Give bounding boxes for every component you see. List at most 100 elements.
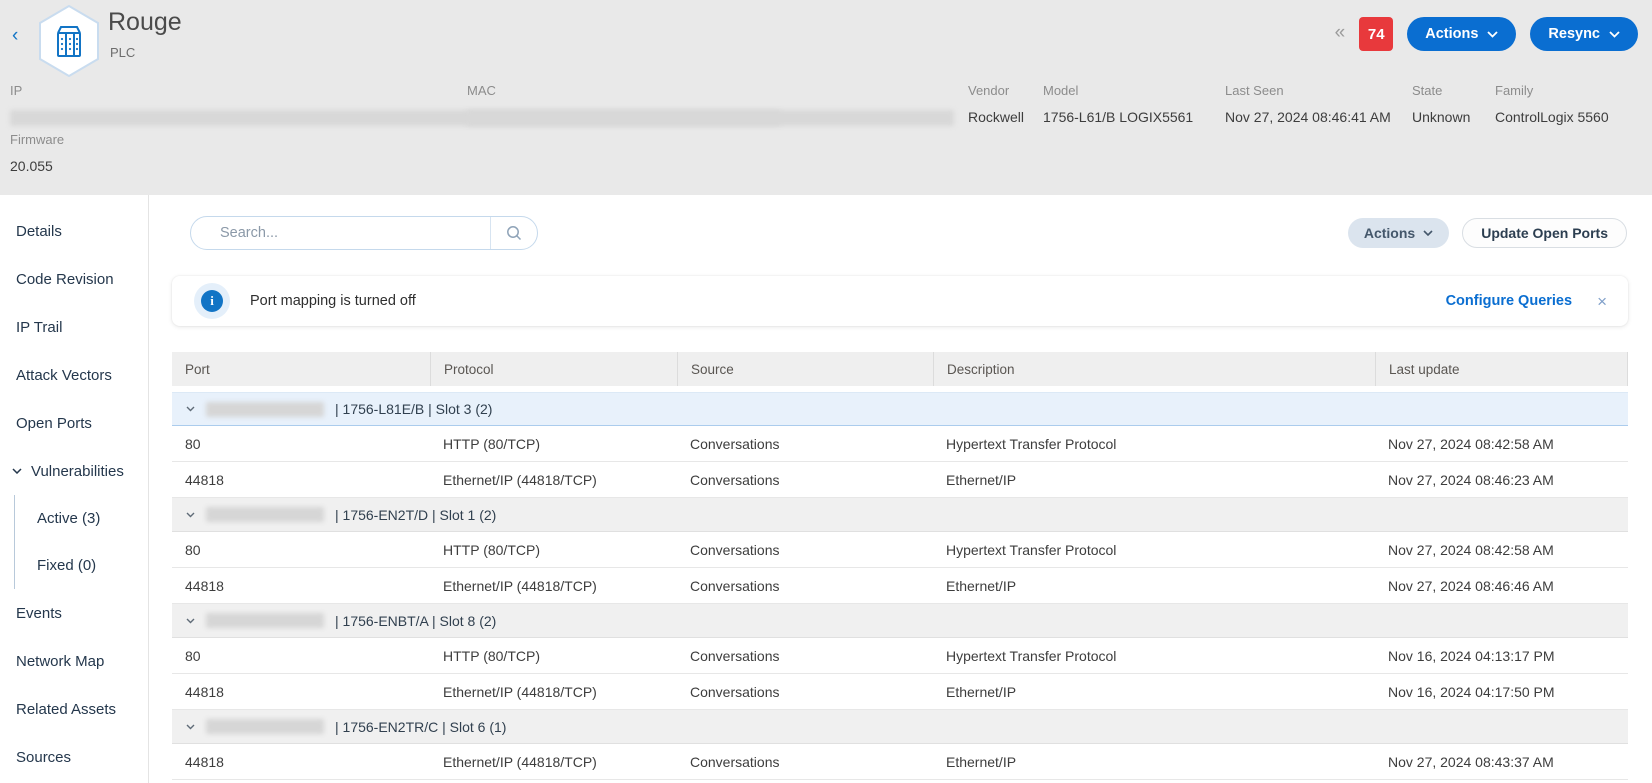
cell-description: Hypertext Transfer Protocol bbox=[933, 426, 1375, 461]
group-label: | 1756-ENBT/A | Slot 8 (2) bbox=[335, 613, 496, 629]
cell-source: Conversations bbox=[677, 568, 933, 603]
table-row[interactable]: 44818 Ethernet/IP (44818/TCP) Conversati… bbox=[172, 674, 1628, 710]
table-actions-label: Actions bbox=[1364, 225, 1415, 241]
state-label: State bbox=[1412, 83, 1442, 98]
cell-source: Conversations bbox=[677, 532, 933, 567]
plc-device-icon bbox=[36, 5, 102, 77]
vendor-label: Vendor bbox=[968, 83, 1009, 98]
sidebar-item-label: Network Map bbox=[16, 653, 104, 670]
ip-label: IP bbox=[10, 83, 22, 98]
sidebar-item-label: Open Ports bbox=[16, 415, 92, 432]
search-input[interactable] bbox=[191, 225, 490, 241]
group-name-redacted bbox=[206, 402, 324, 417]
search-icon bbox=[505, 224, 523, 242]
chevron-down-icon bbox=[12, 468, 22, 474]
table-row[interactable]: 80 HTTP (80/TCP) Conversations Hypertext… bbox=[172, 532, 1628, 568]
port-mapping-banner: i Port mapping is turned off Configure Q… bbox=[172, 276, 1628, 326]
cell-protocol: Ethernet/IP (44818/TCP) bbox=[430, 674, 677, 709]
update-open-ports-button[interactable]: Update Open Ports bbox=[1462, 218, 1627, 248]
chevron-down-icon[interactable] bbox=[186, 618, 195, 624]
chevron-down-icon[interactable] bbox=[186, 406, 195, 412]
risk-score-badge[interactable]: 74 bbox=[1359, 17, 1393, 51]
info-icon-halo: i bbox=[194, 283, 230, 319]
cell-protocol: Ethernet/IP (44818/TCP) bbox=[430, 462, 677, 497]
sidebar-item-details[interactable]: Details bbox=[0, 207, 148, 255]
chevron-down-icon[interactable] bbox=[186, 512, 195, 518]
cell-port: 80 bbox=[172, 532, 430, 567]
table-row[interactable]: 44818 Ethernet/IP (44818/TCP) Conversati… bbox=[172, 568, 1628, 604]
asset-hexagon-badge bbox=[36, 5, 102, 82]
cell-source: Conversations bbox=[677, 674, 933, 709]
table-toolbar: Actions Update Open Ports bbox=[1348, 218, 1627, 248]
cell-protocol: HTTP (80/TCP) bbox=[430, 532, 677, 567]
sidebar-item-fixed-vulnerabilities[interactable]: Fixed (0) bbox=[15, 542, 148, 589]
cell-description: Ethernet/IP bbox=[933, 568, 1375, 603]
search-submit[interactable] bbox=[491, 216, 537, 250]
model-label: Model bbox=[1043, 83, 1078, 98]
open-ports-table: Port Protocol Source Description Last up… bbox=[172, 352, 1628, 780]
family-value: ControlLogix 5560 bbox=[1495, 109, 1609, 125]
cell-last-update: Nov 27, 2024 08:42:58 AM bbox=[1375, 426, 1628, 461]
sidebar-subitem-label: Fixed (0) bbox=[37, 557, 96, 574]
cell-source: Conversations bbox=[677, 744, 933, 779]
port-group-header[interactable]: | 1756-EN2TR/C | Slot 6 (1) bbox=[172, 710, 1628, 744]
cell-last-update: Nov 27, 2024 08:42:58 AM bbox=[1375, 532, 1628, 567]
column-header-source[interactable]: Source bbox=[677, 352, 933, 386]
cell-last-update: Nov 27, 2024 08:43:37 AM bbox=[1375, 744, 1628, 779]
sidebar: Details Code Revision IP Trail Attack Ve… bbox=[0, 195, 149, 783]
chevron-down-icon bbox=[1609, 31, 1620, 38]
cell-port: 44818 bbox=[172, 568, 430, 603]
cell-description: Ethernet/IP bbox=[933, 462, 1375, 497]
cell-description: Hypertext Transfer Protocol bbox=[933, 638, 1375, 673]
cell-description: Hypertext Transfer Protocol bbox=[933, 532, 1375, 567]
cell-port: 80 bbox=[172, 426, 430, 461]
port-group-header[interactable]: | 1756-EN2T/D | Slot 1 (2) bbox=[172, 498, 1628, 532]
info-icon: i bbox=[201, 290, 223, 312]
sidebar-item-code-revision[interactable]: Code Revision bbox=[0, 255, 148, 303]
sidebar-item-label: Vulnerabilities bbox=[31, 463, 124, 480]
column-header-protocol[interactable]: Protocol bbox=[430, 352, 677, 386]
sidebar-item-open-ports[interactable]: Open Ports bbox=[0, 399, 148, 447]
cell-description: Ethernet/IP bbox=[933, 674, 1375, 709]
sidebar-item-label: IP Trail bbox=[16, 319, 62, 336]
cell-last-update: Nov 27, 2024 08:46:23 AM bbox=[1375, 462, 1628, 497]
port-group-header[interactable]: | 1756-ENBT/A | Slot 8 (2) bbox=[172, 604, 1628, 638]
sidebar-item-label: Details bbox=[16, 223, 62, 240]
configure-queries-link[interactable]: Configure Queries bbox=[1446, 293, 1573, 309]
firmware-label: Firmware bbox=[10, 132, 64, 147]
port-group-header[interactable]: | 1756-L81E/B | Slot 3 (2) bbox=[172, 392, 1628, 426]
table-row[interactable]: 80 HTTP (80/TCP) Conversations Hypertext… bbox=[172, 638, 1628, 674]
cell-protocol: HTTP (80/TCP) bbox=[430, 426, 677, 461]
column-header-port[interactable]: Port bbox=[172, 352, 430, 386]
collapse-panel-icon[interactable]: « bbox=[1335, 22, 1346, 46]
back-chevron-icon[interactable]: ‹ bbox=[12, 26, 18, 45]
actions-button[interactable]: Actions bbox=[1407, 17, 1516, 51]
group-label: | 1756-EN2TR/C | Slot 6 (1) bbox=[335, 719, 506, 735]
column-header-description[interactable]: Description bbox=[933, 352, 1375, 386]
resync-button[interactable]: Resync bbox=[1530, 17, 1638, 51]
table-row[interactable]: 44818 Ethernet/IP (44818/TCP) Conversati… bbox=[172, 744, 1628, 780]
sidebar-item-network-map[interactable]: Network Map bbox=[0, 637, 148, 685]
sidebar-item-active-vulnerabilities[interactable]: Active (3) bbox=[15, 495, 148, 542]
header-actions: « 74 Actions Resync bbox=[1335, 17, 1638, 51]
sidebar-item-ip-trail[interactable]: IP Trail bbox=[0, 303, 148, 351]
table-row[interactable]: 80 HTTP (80/TCP) Conversations Hypertext… bbox=[172, 426, 1628, 462]
cell-source: Conversations bbox=[677, 638, 933, 673]
model-value: 1756-L61/B LOGIX5561 bbox=[1043, 109, 1193, 125]
sidebar-item-attack-vectors[interactable]: Attack Vectors bbox=[0, 351, 148, 399]
sidebar-item-sources[interactable]: Sources bbox=[0, 733, 148, 781]
table-actions-button[interactable]: Actions bbox=[1348, 218, 1449, 248]
close-icon[interactable]: × bbox=[1597, 293, 1607, 310]
sidebar-item-events[interactable]: Events bbox=[0, 589, 148, 637]
vulnerabilities-subitems: Active (3) Fixed (0) bbox=[14, 495, 148, 589]
cell-protocol: HTTP (80/TCP) bbox=[430, 638, 677, 673]
chevron-down-icon bbox=[1423, 230, 1433, 236]
sidebar-item-related-assets[interactable]: Related Assets bbox=[0, 685, 148, 733]
table-header-row: Port Protocol Source Description Last up… bbox=[172, 352, 1628, 386]
chevron-down-icon[interactable] bbox=[186, 724, 195, 730]
column-header-last-update[interactable]: Last update bbox=[1375, 352, 1628, 386]
sidebar-item-vulnerabilities[interactable]: Vulnerabilities bbox=[0, 447, 148, 495]
table-row[interactable]: 44818 Ethernet/IP (44818/TCP) Conversati… bbox=[172, 462, 1628, 498]
resync-button-label: Resync bbox=[1548, 26, 1600, 42]
cell-last-update: Nov 27, 2024 08:46:46 AM bbox=[1375, 568, 1628, 603]
